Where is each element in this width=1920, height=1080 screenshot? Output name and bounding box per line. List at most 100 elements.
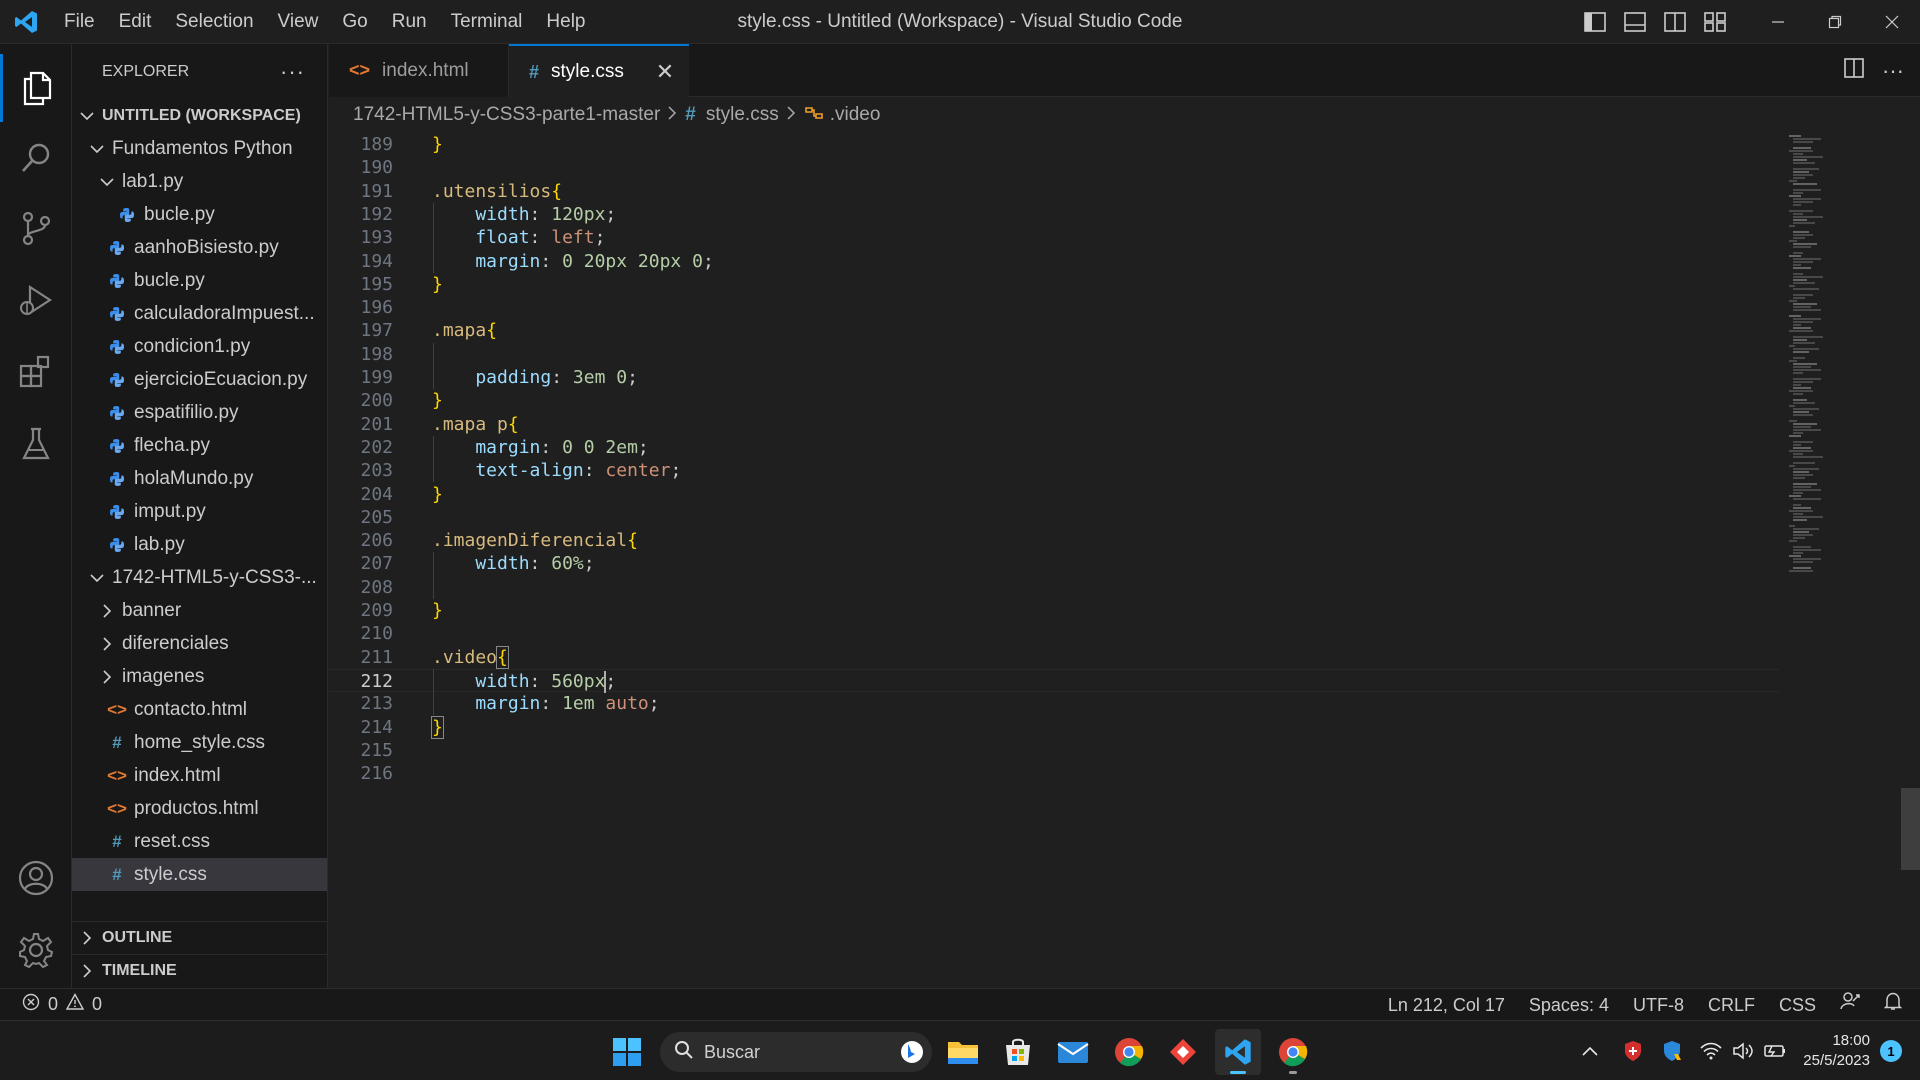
toggle-panel-icon[interactable] bbox=[1615, 0, 1655, 44]
menu-run[interactable]: Run bbox=[380, 0, 439, 44]
breadcrumb-symbol[interactable]: .video bbox=[830, 104, 881, 126]
timeline-section-header[interactable]: TIMELINE bbox=[72, 954, 327, 987]
code-line[interactable]: 193 float: left; bbox=[329, 226, 1779, 249]
code-line[interactable]: 200} bbox=[329, 389, 1779, 412]
tree-folder[interactable]: imagenes bbox=[72, 660, 327, 693]
code-line[interactable]: 213 margin: 1em auto; bbox=[329, 692, 1779, 715]
volume-icon[interactable] bbox=[1728, 1036, 1758, 1066]
file-explorer-icon[interactable] bbox=[940, 1029, 986, 1075]
restore-button[interactable] bbox=[1806, 0, 1863, 44]
menu-file[interactable]: File bbox=[52, 0, 107, 44]
tree-file[interactable]: aanhoBisiesto.py bbox=[72, 231, 327, 264]
code-line[interactable]: 204} bbox=[329, 483, 1779, 506]
code-line[interactable]: 189} bbox=[329, 133, 1779, 156]
cursor-position[interactable]: Ln 212, Col 17 bbox=[1376, 989, 1517, 1021]
code-line[interactable]: 199 padding: 3em 0; bbox=[329, 366, 1779, 389]
code-line[interactable]: 212 width: 560px; bbox=[329, 668, 1779, 693]
vertical-scrollbar[interactable] bbox=[1901, 788, 1920, 870]
code-line[interactable]: 194 margin: 0 20px 20px 0; bbox=[329, 250, 1779, 273]
mail-icon[interactable] bbox=[1050, 1029, 1096, 1075]
tree-file[interactable]: holaMundo.py bbox=[72, 462, 327, 495]
tree-file[interactable]: bucle.py bbox=[72, 198, 327, 231]
tree-file[interactable]: lab.py bbox=[72, 528, 327, 561]
windows-start-icon[interactable] bbox=[604, 1029, 650, 1075]
tree-file[interactable]: <> index.html bbox=[72, 759, 327, 792]
run-and-debug-icon[interactable] bbox=[0, 266, 72, 334]
testing-icon[interactable] bbox=[0, 410, 72, 478]
code-line[interactable]: 191 .utensilios{ bbox=[329, 180, 1779, 203]
tree-folder[interactable]: Fundamentos Python bbox=[72, 132, 327, 165]
notification-count-badge[interactable]: 1 bbox=[1880, 1040, 1902, 1062]
manage-gear-icon[interactable] bbox=[0, 916, 72, 984]
workspace-section-header[interactable]: UNTITLED (WORKSPACE) bbox=[72, 100, 327, 132]
code-line[interactable]: 196 bbox=[329, 296, 1779, 319]
tree-file[interactable]: bucle.py bbox=[72, 264, 327, 297]
tree-file[interactable]: # home_style.css bbox=[72, 726, 327, 759]
more-editor-actions-icon[interactable]: ··· bbox=[1882, 58, 1904, 84]
indentation[interactable]: Spaces: 4 bbox=[1517, 989, 1621, 1021]
tree-file[interactable]: condicion1.py bbox=[72, 330, 327, 363]
chevron-up-icon[interactable] bbox=[1575, 1036, 1605, 1066]
accounts-icon[interactable] bbox=[0, 844, 72, 912]
close-window-button[interactable] bbox=[1863, 0, 1920, 44]
code-line[interactable]: 201 .mapa p{ bbox=[329, 413, 1779, 436]
feedback-icon[interactable] bbox=[1828, 989, 1872, 1021]
language-mode[interactable]: CSS bbox=[1767, 989, 1828, 1021]
toggle-secondary-sidebar-icon[interactable] bbox=[1655, 0, 1695, 44]
code-line[interactable]: 195} bbox=[329, 273, 1779, 296]
code-line[interactable]: 190 bbox=[329, 156, 1779, 179]
code-line[interactable]: 216 bbox=[329, 762, 1779, 785]
code-line[interactable]: 210 bbox=[329, 622, 1779, 645]
code-line[interactable]: 197 .mapa{ bbox=[329, 319, 1779, 342]
tab-style-css[interactable]: # style.css ✕ bbox=[509, 44, 689, 98]
anydesk-icon[interactable] bbox=[1160, 1029, 1206, 1075]
tree-file[interactable]: imput.py bbox=[72, 495, 327, 528]
tree-file[interactable]: # style.css bbox=[72, 858, 327, 891]
menu-edit[interactable]: Edit bbox=[107, 0, 164, 44]
tree-folder[interactable]: lab1.py bbox=[72, 165, 327, 198]
tree-file[interactable]: espatifilio.py bbox=[72, 396, 327, 429]
chrome-icon[interactable] bbox=[1270, 1029, 1316, 1075]
toggle-primary-sidebar-icon[interactable] bbox=[1575, 0, 1615, 44]
code-line[interactable]: 208 bbox=[329, 576, 1779, 599]
security-shield-icon[interactable] bbox=[1657, 1036, 1687, 1066]
taskbar-clock[interactable]: 18:00 25/5/2023 bbox=[1803, 1031, 1870, 1071]
breadcrumb-folder[interactable]: 1742-HTML5-y-CSS3-parte1-master bbox=[353, 104, 660, 126]
customize-layout-icon[interactable] bbox=[1695, 0, 1735, 44]
code-editor[interactable]: 189} 190 191 .utensilios{192 width: 120px; 1… bbox=[329, 133, 1920, 988]
code-line[interactable]: 202 margin: 0 0 2em; bbox=[329, 436, 1779, 459]
tree-folder[interactable]: 1742-HTML5-y-CSS3-... bbox=[72, 561, 327, 594]
split-editor-icon[interactable] bbox=[1844, 58, 1864, 83]
code-line[interactable]: 203 text-align: center; bbox=[329, 459, 1779, 482]
chrome-icon[interactable] bbox=[1106, 1029, 1152, 1075]
taskbar-search-box[interactable]: Buscar bbox=[660, 1032, 932, 1072]
source-control-icon[interactable] bbox=[0, 194, 72, 262]
search-icon[interactable] bbox=[0, 124, 72, 192]
tree-folder[interactable]: banner bbox=[72, 594, 327, 627]
code-line[interactable]: 198 bbox=[329, 343, 1779, 366]
minimap[interactable] bbox=[1787, 133, 1867, 988]
code-line[interactable]: 215 bbox=[329, 739, 1779, 762]
more-actions-icon[interactable]: ··· bbox=[280, 59, 305, 85]
tree-file[interactable]: <> contacto.html bbox=[72, 693, 327, 726]
outline-section-header[interactable]: OUTLINE bbox=[72, 921, 327, 954]
breadcrumb-file[interactable]: style.css bbox=[706, 104, 779, 126]
end-of-line[interactable]: CRLF bbox=[1696, 989, 1767, 1021]
menu-go[interactable]: Go bbox=[330, 0, 379, 44]
tree-folder[interactable]: diferenciales bbox=[72, 627, 327, 660]
code-line[interactable]: 209} bbox=[329, 599, 1779, 622]
encoding[interactable]: UTF-8 bbox=[1621, 989, 1696, 1021]
code-line[interactable]: 214} bbox=[329, 715, 1779, 739]
tree-file[interactable]: calculadoraImpuest... bbox=[72, 297, 327, 330]
menu-selection[interactable]: Selection bbox=[163, 0, 265, 44]
menu-terminal[interactable]: Terminal bbox=[439, 0, 535, 44]
battery-icon[interactable] bbox=[1760, 1036, 1790, 1066]
code-line[interactable]: 207 width: 60%; bbox=[329, 552, 1779, 575]
menu-view[interactable]: View bbox=[266, 0, 331, 44]
antivirus-shield-icon[interactable] bbox=[1618, 1036, 1648, 1066]
tree-file[interactable]: ejercicioEcuacion.py bbox=[72, 363, 327, 396]
tree-file[interactable]: # reset.css bbox=[72, 825, 327, 858]
explorer-icon[interactable] bbox=[0, 54, 72, 122]
tab-index-html[interactable]: <> index.html bbox=[329, 44, 509, 97]
code-line[interactable]: 211 .video{ bbox=[329, 645, 1779, 669]
